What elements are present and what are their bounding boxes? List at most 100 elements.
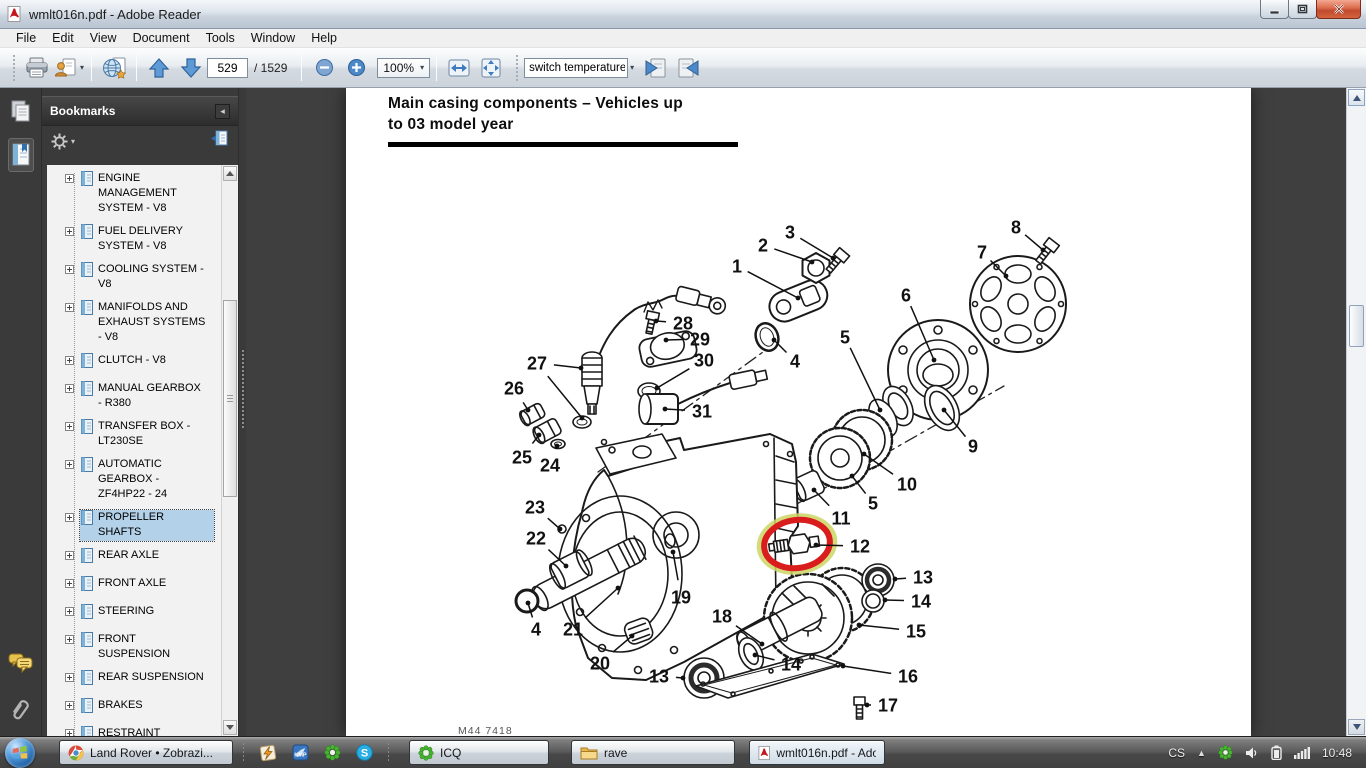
skype-icon[interactable]: S — [356, 744, 373, 761]
bookmark-item[interactable]: RESTRAINT SYSTEMS — [65, 726, 216, 736]
previous-page-button[interactable] — [143, 53, 175, 82]
bookmark-label[interactable]: FRONT SUSPENSION — [98, 632, 212, 662]
next-page-button[interactable] — [175, 53, 207, 82]
expand-plus-icon[interactable] — [65, 227, 74, 236]
kmplayer-icon[interactable]: KMP — [292, 744, 309, 761]
panel-splitter[interactable] — [238, 88, 246, 736]
expand-plus-icon[interactable] — [65, 513, 74, 522]
fit-page-button[interactable] — [475, 53, 507, 82]
bookmark-item[interactable]: AUTOMATIC GEARBOX - ZF4HP22 - 24 — [65, 457, 216, 503]
scrollbar-thumb[interactable] — [223, 300, 237, 497]
doc-scroll-down-button[interactable] — [1348, 719, 1365, 735]
attachments-panel-button[interactable] — [8, 694, 34, 724]
zoom-out-button[interactable] — [308, 53, 340, 82]
bookmarks-scrollbar[interactable] — [221, 165, 238, 736]
bookmark-label[interactable]: COOLING SYSTEM - V8 — [98, 262, 212, 292]
scroll-down-button[interactable] — [223, 720, 237, 735]
bookmark-item[interactable]: FRONT SUSPENSION — [65, 632, 216, 663]
bookmark-label[interactable]: ENGINE MANAGEMENT SYSTEM - V8 — [98, 171, 212, 216]
bookmark-label[interactable]: STEERING — [98, 604, 212, 619]
bookmark-label[interactable]: FUEL DELIVERY SYSTEM - V8 — [98, 224, 212, 254]
bookmark-item-selected[interactable]: PROPELLER SHAFTS — [65, 510, 216, 541]
restore-button[interactable] — [1288, 0, 1317, 19]
menu-file[interactable]: File — [8, 30, 44, 46]
bookmark-item[interactable]: FUEL DELIVERY SYSTEM - V8 — [65, 224, 216, 255]
bookmark-label[interactable]: CLUTCH - V8 — [98, 353, 212, 368]
hidden-icons-arrow[interactable]: ▲ — [1197, 748, 1206, 758]
expand-plus-icon[interactable] — [65, 551, 74, 560]
share-button[interactable]: ▾ — [53, 53, 85, 82]
expand-plus-icon[interactable] — [65, 635, 74, 644]
expand-plus-icon[interactable] — [65, 701, 74, 710]
winamp-icon[interactable] — [259, 744, 277, 762]
icq-tray-icon[interactable] — [1218, 745, 1233, 760]
expand-plus-icon[interactable] — [65, 356, 74, 365]
bookmark-label[interactable]: MANIFOLDS AND EXHAUST SYSTEMS - V8 — [98, 300, 212, 345]
expand-plus-icon[interactable] — [65, 607, 74, 616]
expand-plus-icon[interactable] — [65, 384, 74, 393]
expand-plus-icon[interactable] — [65, 422, 74, 431]
close-button[interactable] — [1316, 0, 1361, 19]
expand-plus-icon[interactable] — [65, 673, 74, 682]
zoom-level-select[interactable]: 100% ▾ — [377, 58, 430, 78]
upload-document-button[interactable] — [98, 53, 130, 82]
bookmark-item[interactable]: MANUAL GEARBOX - R380 — [65, 381, 216, 412]
document-scrollbar[interactable] — [1346, 88, 1366, 736]
bookmark-options-button[interactable]: ▾ — [51, 133, 75, 150]
clock[interactable]: 10:48 — [1322, 746, 1352, 760]
bookmark-label[interactable]: PROPELLER SHAFTS — [98, 510, 212, 540]
page-number-input[interactable] — [207, 58, 248, 78]
doc-scroll-up-button[interactable] — [1348, 89, 1365, 106]
minimize-button[interactable] — [1260, 0, 1289, 19]
battery-icon[interactable] — [1271, 745, 1282, 760]
find-previous-button[interactable] — [640, 53, 672, 82]
toolbar-grip[interactable] — [515, 55, 520, 81]
bookmarks-panel-button[interactable] — [8, 138, 34, 172]
bookmark-item[interactable]: REAR AXLE — [65, 548, 216, 569]
menu-document[interactable]: Document — [125, 30, 198, 46]
menu-view[interactable]: View — [82, 30, 125, 46]
search-input[interactable] — [524, 58, 628, 78]
expand-plus-icon[interactable] — [65, 579, 74, 588]
start-button[interactable] — [5, 738, 35, 768]
expand-plus-icon[interactable] — [65, 729, 74, 736]
taskbar-button-icq[interactable]: ICQ — [409, 740, 549, 765]
bookmark-label[interactable]: RESTRAINT SYSTEMS — [98, 726, 212, 736]
bookmark-label[interactable]: REAR AXLE — [98, 548, 212, 563]
collapse-panel-button[interactable]: ◂ — [215, 104, 230, 119]
find-next-button[interactable] — [672, 53, 704, 82]
pages-panel-button[interactable] — [8, 96, 34, 126]
bookmark-item[interactable]: BRAKES — [65, 698, 216, 719]
menu-tools[interactable]: Tools — [198, 30, 243, 46]
expand-plus-icon[interactable] — [65, 174, 74, 183]
language-indicator[interactable]: CS — [1168, 746, 1185, 760]
bookmark-label[interactable]: REAR SUSPENSION — [98, 670, 212, 685]
comments-panel-button[interactable] — [8, 648, 34, 678]
menu-help[interactable]: Help — [303, 30, 345, 46]
bookmark-label[interactable]: TRANSFER BOX - LT230SE — [98, 419, 212, 449]
icq-quicklaunch-icon[interactable] — [324, 744, 341, 761]
expand-plus-icon[interactable] — [65, 265, 74, 274]
bookmark-item[interactable]: COOLING SYSTEM - V8 — [65, 262, 216, 293]
menu-edit[interactable]: Edit — [44, 30, 82, 46]
zoom-in-button[interactable] — [340, 53, 372, 82]
bookmark-item[interactable]: ENGINE MANAGEMENT SYSTEM - V8 — [65, 171, 216, 217]
bookmark-item[interactable]: STEERING — [65, 604, 216, 625]
menu-window[interactable]: Window — [243, 30, 303, 46]
volume-icon[interactable] — [1245, 746, 1259, 760]
bookmark-label[interactable]: AUTOMATIC GEARBOX - ZF4HP22 - 24 — [98, 457, 212, 502]
bookmark-item[interactable]: CLUTCH - V8 — [65, 353, 216, 374]
bookmark-item[interactable]: MANIFOLDS AND EXHAUST SYSTEMS - V8 — [65, 300, 216, 346]
taskbar-button-browser[interactable]: Land Rover • Zobrazi... — [59, 740, 233, 765]
bookmark-label[interactable]: BRAKES — [98, 698, 212, 713]
network-signal-icon[interactable] — [1294, 746, 1310, 759]
expand-plus-icon[interactable] — [65, 303, 74, 312]
bookmark-item[interactable]: FRONT AXLE — [65, 576, 216, 597]
fit-width-button[interactable] — [443, 53, 475, 82]
bookmark-item[interactable]: REAR SUSPENSION — [65, 670, 216, 691]
bookmark-label[interactable]: FRONT AXLE — [98, 576, 212, 591]
scroll-up-button[interactable] — [223, 166, 237, 181]
toolbar-grip[interactable] — [12, 55, 17, 81]
bookmark-label[interactable]: MANUAL GEARBOX - R380 — [98, 381, 212, 411]
print-button[interactable] — [21, 53, 53, 82]
